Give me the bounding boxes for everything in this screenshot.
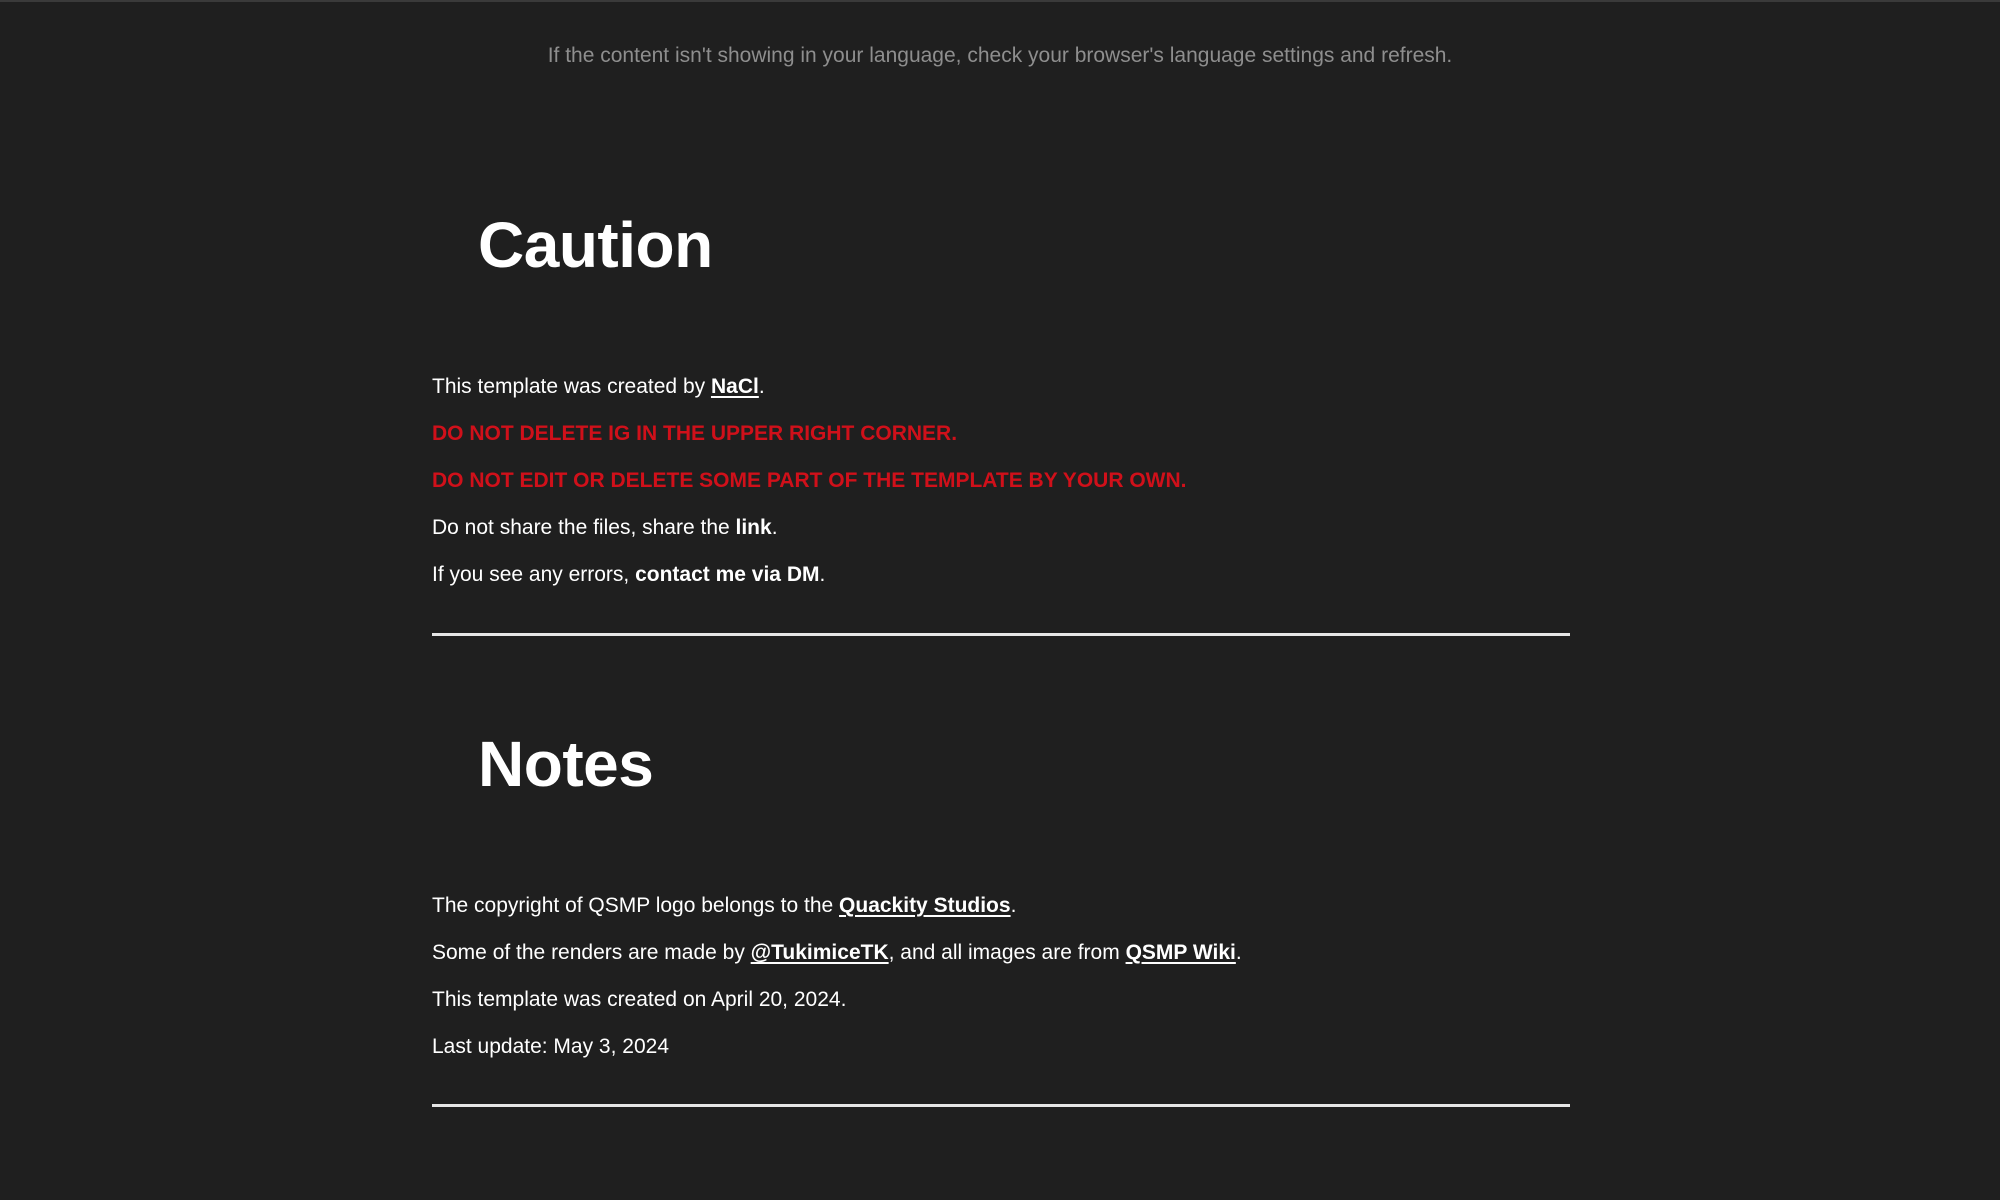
- section-divider: [432, 633, 1570, 636]
- tukimicetk-link[interactable]: @TukimiceTK: [751, 941, 889, 964]
- contact-dm-text: contact me via DM: [635, 563, 820, 586]
- renders-prefix: Some of the renders are made by: [432, 941, 751, 964]
- errors-line: If you see any errors, contact me via DM…: [432, 563, 825, 587]
- warning-ig-corner: DO NOT DELETE IG IN THE UPPER RIGHT CORN…: [432, 422, 958, 445]
- creator-link[interactable]: NaCl: [711, 375, 759, 398]
- caution-heading: Caution: [478, 209, 713, 281]
- section-divider-bottom: [432, 1104, 1570, 1107]
- created-on-line: This template was created on April 20, 2…: [432, 988, 847, 1011]
- share-suffix: .: [771, 516, 778, 539]
- errors-suffix: .: [819, 563, 826, 586]
- last-update-line: Last update: May 3, 2024: [432, 1035, 669, 1058]
- created-by-prefix: This template was created by: [432, 375, 711, 398]
- copyright-prefix: The copyright of QSMP logo belongs to th…: [432, 894, 840, 917]
- renders-line: Some of the renders are made by @Tukimic…: [432, 941, 1242, 965]
- share-link-text: link: [735, 516, 772, 539]
- qsmp-wiki-link[interactable]: QSMP Wiki: [1126, 941, 1236, 964]
- errors-prefix: If you see any errors,: [432, 563, 636, 586]
- notes-heading: Notes: [478, 728, 654, 800]
- top-border: [0, 0, 2000, 2]
- share-line: Do not share the files, share the link.: [432, 516, 778, 540]
- created-by-suffix: .: [758, 375, 765, 398]
- warning-no-edit: DO NOT EDIT OR DELETE SOME PART OF THE T…: [432, 469, 1187, 492]
- renders-suffix: .: [1235, 941, 1242, 964]
- share-prefix: Do not share the files, share the: [432, 516, 736, 539]
- copyright-line: The copyright of QSMP logo belongs to th…: [432, 894, 1016, 918]
- quackity-studios-link[interactable]: Quackity Studios: [839, 894, 1011, 917]
- renders-middle: , and all images are from: [888, 941, 1126, 964]
- created-by-line: This template was created by NaCl.: [432, 375, 765, 399]
- language-note: If the content isn't showing in your lan…: [547, 44, 1453, 67]
- copyright-suffix: .: [1010, 894, 1017, 917]
